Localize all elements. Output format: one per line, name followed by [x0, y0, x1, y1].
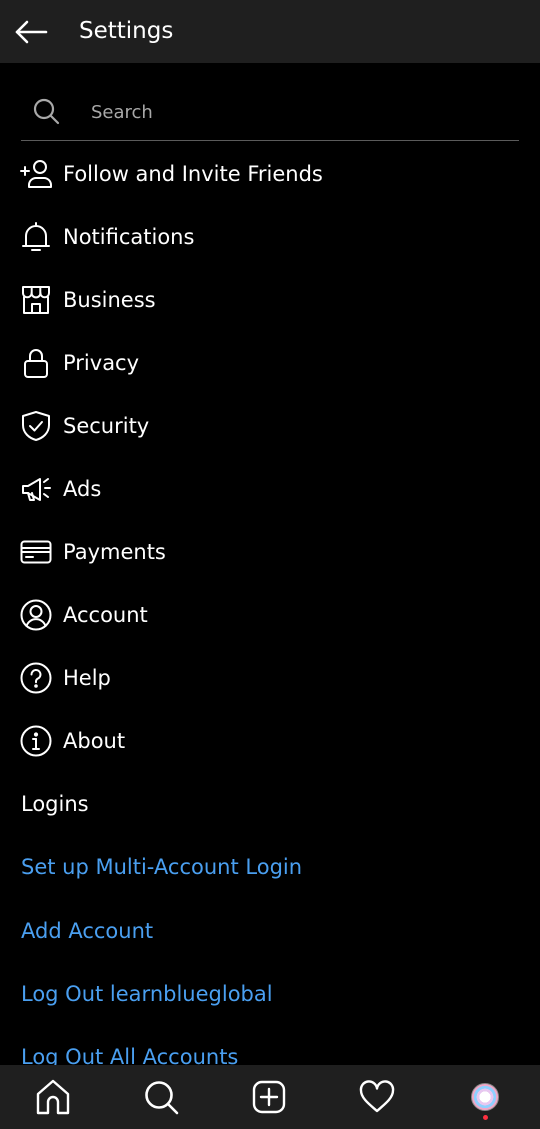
help-circle-icon [20, 662, 52, 694]
bottom-nav-bar [0, 1065, 540, 1129]
page-title: Settings [79, 18, 174, 44]
account-circle-icon [20, 599, 52, 631]
info-circle-icon [20, 725, 52, 757]
megaphone-icon [20, 473, 52, 505]
add-account-link[interactable]: Add Account [21, 917, 153, 945]
menu-item-about[interactable]: About [0, 716, 540, 766]
menu-item-security[interactable]: Security [0, 401, 540, 451]
search-input[interactable] [89, 95, 493, 129]
back-arrow-icon[interactable] [12, 14, 50, 50]
search-icon [32, 97, 60, 125]
log-out-account-link[interactable]: Log Out learnblueglobal [21, 980, 273, 1008]
menu-item-label: Privacy [63, 351, 140, 375]
bell-icon [20, 221, 52, 253]
menu-item-notifications[interactable]: Notifications [0, 212, 540, 262]
menu-item-label: Notifications [63, 225, 195, 249]
add-person-icon [20, 158, 52, 190]
menu-item-label: Ads [63, 477, 102, 501]
activity-heart-icon[interactable] [357, 1077, 397, 1117]
menu-item-label: Payments [63, 540, 166, 564]
home-icon[interactable] [33, 1077, 73, 1117]
notification-dot [483, 1115, 488, 1120]
lock-icon [20, 347, 52, 379]
search-bar[interactable] [21, 85, 519, 141]
menu-item-payments[interactable]: Payments [0, 527, 540, 577]
credit-card-icon [20, 536, 52, 568]
new-post-icon[interactable] [249, 1077, 289, 1117]
menu-item-label: Business [63, 288, 156, 312]
menu-item-label: About [63, 729, 126, 753]
menu-item-label: Help [63, 666, 111, 690]
menu-item-label: Account [63, 603, 148, 627]
menu-item-privacy[interactable]: Privacy [0, 338, 540, 388]
profile-avatar[interactable] [471, 1083, 499, 1111]
menu-item-help[interactable]: Help [0, 653, 540, 703]
top-bar: Settings [0, 0, 540, 63]
menu-item-account[interactable]: Account [0, 590, 540, 640]
storefront-icon [20, 284, 52, 316]
logins-section-label: Logins [21, 792, 89, 816]
menu-item-follow-invite[interactable]: Follow and Invite Friends [0, 149, 540, 199]
setup-multi-account-link[interactable]: Set up Multi-Account Login [21, 853, 302, 881]
menu-item-business[interactable]: Business [0, 275, 540, 325]
menu-item-label: Follow and Invite Friends [63, 162, 323, 186]
shield-check-icon [20, 410, 52, 442]
search-icon[interactable] [141, 1077, 181, 1117]
menu-item-label: Security [63, 414, 150, 438]
menu-item-ads[interactable]: Ads [0, 464, 540, 514]
